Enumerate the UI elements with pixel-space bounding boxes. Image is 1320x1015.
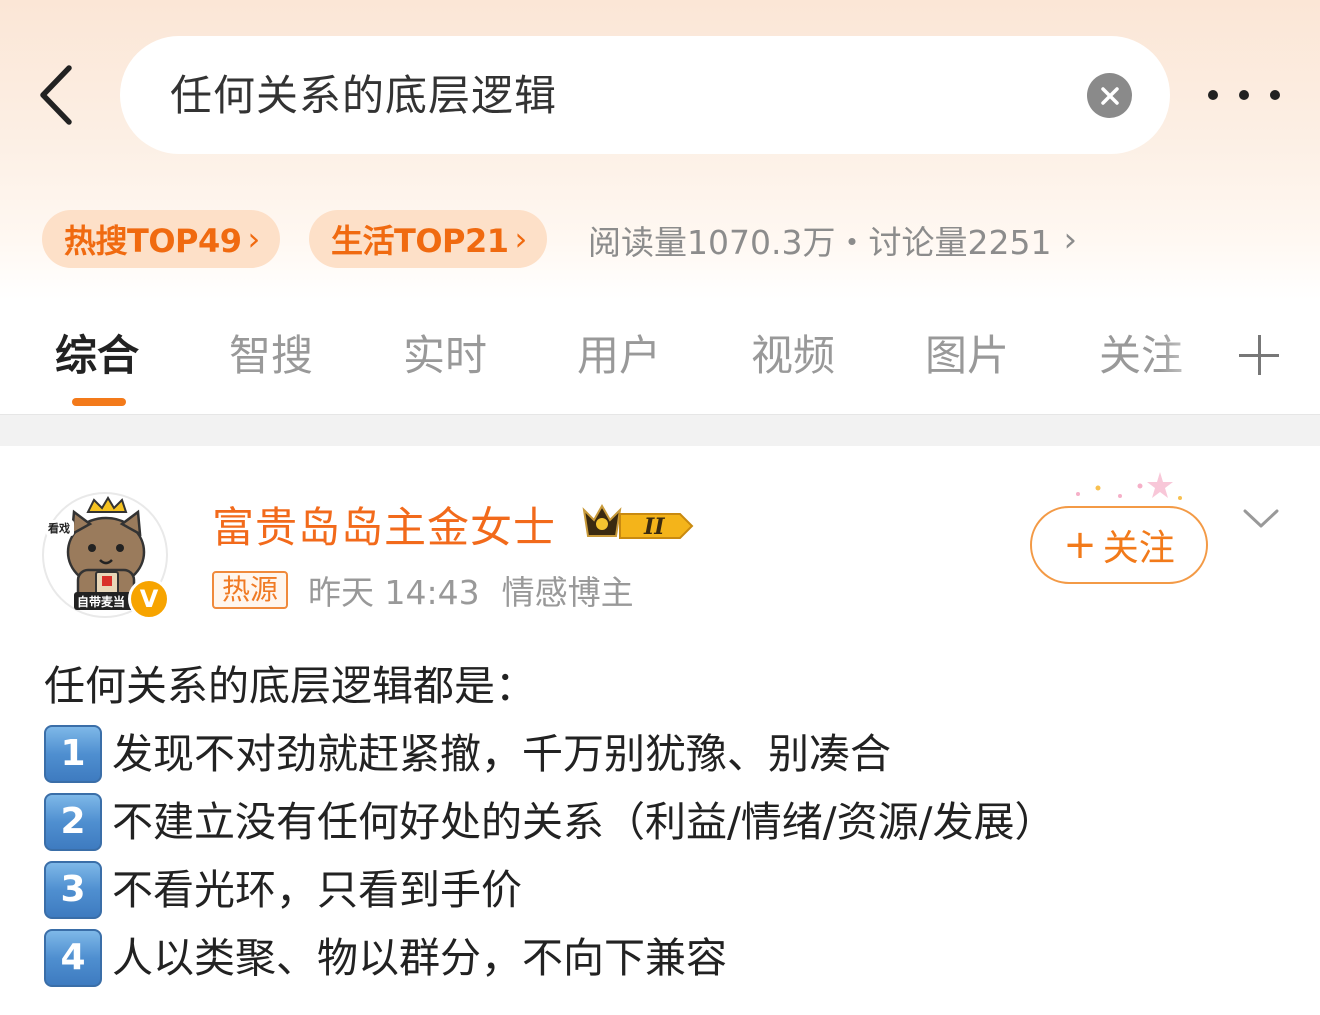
post-intro: 任何关系的底层逻辑都是： (44, 662, 536, 710)
keycap-number-1-icon: 1 (44, 725, 102, 783)
keycap-number-4-icon: 4 (44, 929, 102, 987)
chevron-right-icon: › (1063, 220, 1078, 260)
post-point-1: 1 发现不对劲就赶紧撤，千万别犹豫、别凑合 (44, 720, 1294, 788)
point-text: 不看光环，只看到手价 (112, 866, 522, 914)
topic-stats[interactable]: 阅读量1070.3万・讨论量2251 › (588, 214, 1077, 266)
verified-badge-icon: V (128, 578, 170, 620)
author-name[interactable]: 富贵岛岛主金女士 (212, 500, 556, 556)
tab-realtime[interactable]: 实时 (403, 328, 487, 384)
follow-button-label: 关注 (1102, 528, 1175, 569)
chevron-down-icon[interactable] (1242, 506, 1280, 532)
crown-level-badge-icon: II (582, 503, 694, 540)
follow-button[interactable]: + 关注 (1030, 506, 1208, 584)
tab-fade-overlay (1160, 320, 1230, 392)
more-options-button[interactable] (1208, 80, 1280, 110)
avatar-text-bottom: 自带麦当 (77, 594, 125, 609)
tab-comprehensive[interactable]: 综合 (55, 328, 139, 384)
point-text: 不建立没有任何好处的关系（利益/情绪/资源/发展） (112, 798, 1056, 846)
post-point-2: 2 不建立没有任何好处的关系（利益/情绪/资源/发展） (44, 788, 1294, 856)
avatar-text-top: 看戏 (48, 521, 70, 535)
hot-search-rank-label: 热搜TOP49 (64, 222, 242, 260)
plus-icon: + (1063, 522, 1097, 568)
point-text: 发现不对劲就赶紧撤，千万别犹豫、别凑合 (112, 730, 891, 778)
sparkle-decoration-icon (1076, 472, 1182, 500)
more-dot-icon (1239, 90, 1249, 100)
author-role: 情感博主 (501, 573, 634, 612)
clear-search-button[interactable] (1087, 73, 1132, 118)
post-time: 昨天 14:43 (308, 573, 480, 612)
hot-source-tag: 热源 (212, 571, 289, 609)
post-body: 任何关系的底层逻辑都是： 1 发现不对劲就赶紧撤，千万别犹豫、别凑合 2 不建立… (44, 652, 1294, 992)
section-divider (0, 414, 1320, 446)
chevron-right-icon: › (247, 220, 261, 258)
tab-images[interactable]: 图片 (925, 328, 1009, 384)
more-dot-icon (1208, 90, 1218, 100)
search-query-text: 任何关系的底层逻辑 (170, 71, 558, 120)
active-tab-indicator (72, 398, 126, 406)
close-icon (1100, 86, 1119, 105)
chevron-right-icon: › (514, 220, 528, 258)
keycap-number-3-icon: 3 (44, 861, 102, 919)
life-rank-pill[interactable]: 生活TOP21 › (309, 210, 547, 268)
topic-stats-text: 阅读量1070.3万・讨论量2251 (588, 223, 1052, 262)
search-input[interactable]: 任何关系的底层逻辑 (120, 36, 1170, 154)
back-button[interactable] (30, 62, 80, 128)
tab-users[interactable]: 用户 (577, 328, 661, 384)
life-rank-label: 生活TOP21 (331, 222, 509, 260)
post-point-4: 4 人以类聚、物以群分，不向下兼容 (44, 924, 1294, 992)
tab-bar: 综合 智搜 实时 用户 视频 图片 关注 (0, 300, 1320, 412)
post-meta: 热源 昨天 14:43 情感博主 (212, 568, 634, 612)
point-text: 人以类聚、物以群分，不向下兼容 (112, 934, 727, 982)
keycap-number-2-icon: 2 (44, 793, 102, 851)
level-badge-text: II (643, 514, 665, 540)
post-point-3: 3 不看光环，只看到手价 (44, 856, 1294, 924)
hot-search-rank-pill[interactable]: 热搜TOP49 › (42, 210, 280, 268)
chevron-left-icon (40, 65, 72, 125)
add-tab-button[interactable] (1238, 334, 1280, 376)
tab-videos[interactable]: 视频 (751, 328, 835, 384)
tab-smart-search[interactable]: 智搜 (229, 328, 313, 384)
more-dot-icon (1270, 90, 1280, 100)
